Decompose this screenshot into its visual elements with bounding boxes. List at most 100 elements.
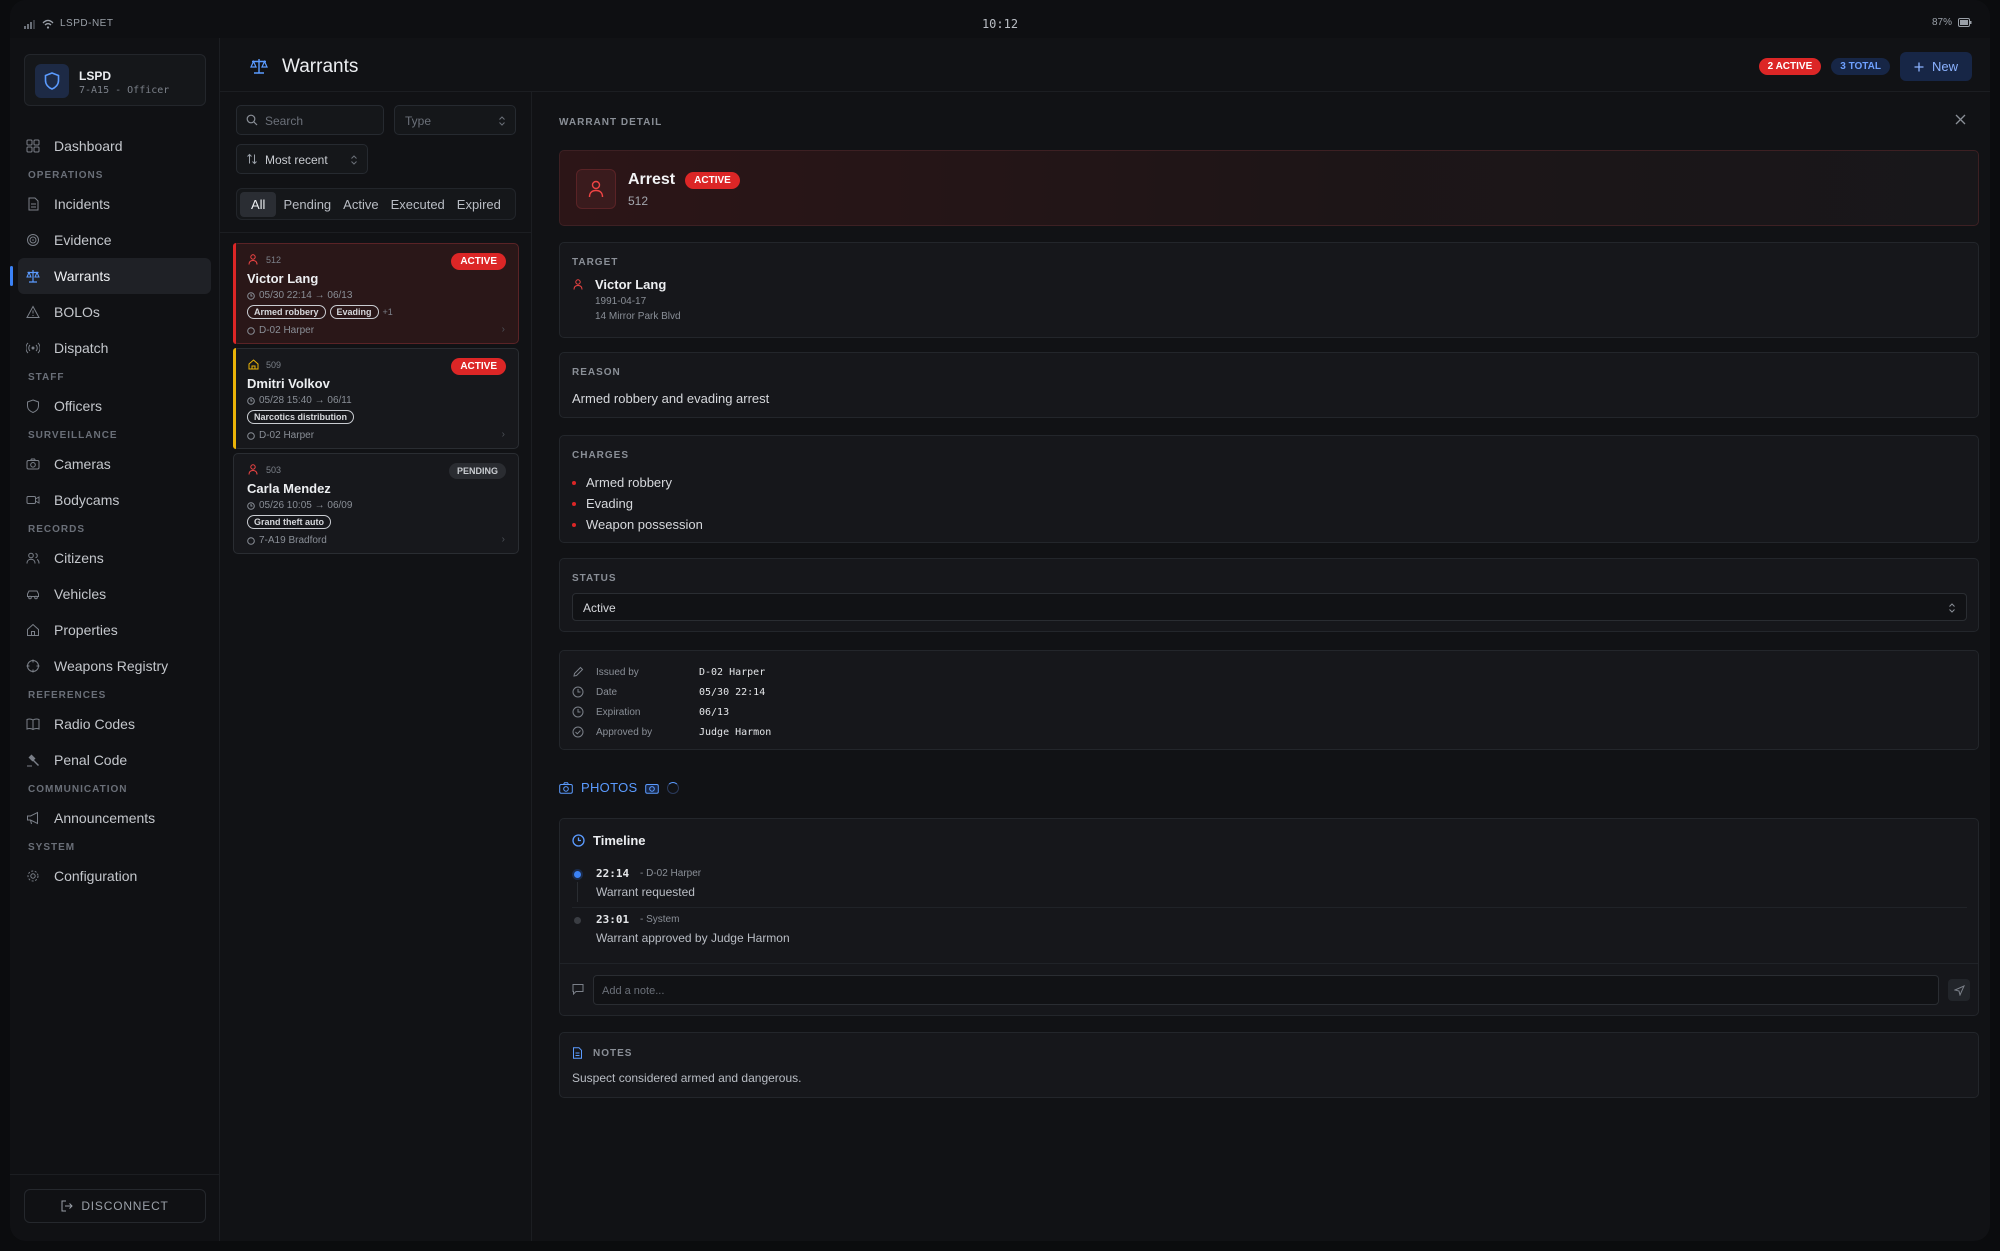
target-name[interactable]: Victor Lang — [595, 277, 666, 292]
sort-select[interactable]: Most recent — [236, 144, 368, 174]
type-select[interactable]: Type — [394, 105, 516, 135]
sidebar-item-evidence[interactable]: Evidence — [18, 222, 211, 258]
chevron-up-down-icon — [1949, 603, 1955, 613]
timeline-dot — [574, 871, 581, 878]
filter-tab-pending[interactable]: Pending — [278, 192, 336, 217]
plus-icon — [1914, 62, 1924, 71]
org-switcher[interactable]: LSPD 7-A15 - Officer — [24, 54, 206, 106]
list-divider — [220, 232, 531, 233]
sidebar-item-cameras[interactable]: Cameras — [18, 446, 211, 482]
new-warrant-button[interactable]: New — [1899, 52, 1972, 81]
type-select-value: Type — [405, 114, 432, 128]
warrant-dates: 05/28 15:40 → 06/11 — [247, 395, 352, 406]
clock-icon — [247, 501, 255, 510]
note-input[interactable] — [602, 983, 1922, 999]
charge-tags: Armed robbery Evading +1 — [247, 305, 393, 319]
nav-section-operations: OPERATIONS — [28, 170, 104, 181]
sidebar-item-dashboard[interactable]: Dashboard — [18, 128, 211, 164]
officer-name: D-02 Harper — [259, 325, 315, 336]
photos-section: PHOTOS — [559, 780, 680, 795]
book-icon — [26, 718, 40, 731]
charges-list: Armed robbery Evading Weapon possession — [572, 472, 703, 535]
sidebar-item-properties[interactable]: Properties — [18, 612, 211, 648]
warrant-card[interactable]: 512 ACTIVE Victor Lang 05/30 22:14 → 06/… — [233, 243, 519, 344]
gear-icon — [27, 870, 39, 882]
sidebar-item-citizens[interactable]: Citizens — [18, 540, 211, 576]
warrant-card[interactable]: 503 PENDING Carla Mendez 05/26 10:05 → 0… — [233, 453, 519, 554]
active-count-badge: 2 ACTIVE — [1758, 58, 1822, 75]
sidebar-item-label: Penal Code — [54, 752, 128, 768]
target-address: 14 Mirror Park Blvd — [595, 311, 681, 322]
warrant-card[interactable]: 509 ACTIVE Dmitri Volkov 05/28 15:40 → 0… — [233, 348, 519, 449]
badge-icon — [247, 326, 255, 335]
metadata-section: Issued by D-02 Harper Date 05/30 22:14 E… — [559, 650, 1979, 750]
filter-tab-all[interactable]: All — [240, 191, 277, 217]
list-item: Weapon possession — [572, 514, 703, 535]
app-frame: LSPD-NET 10:12 87% LSPD 7-A15 - Officer … — [10, 0, 1990, 1241]
sidebar-item-label: Cameras — [54, 456, 111, 472]
sidebar-item-dispatch[interactable]: Dispatch — [18, 330, 211, 366]
check-circle-icon — [572, 726, 584, 738]
sidebar-item-announcements[interactable]: Announcements — [18, 800, 211, 836]
warrant-number: 503 — [266, 465, 282, 475]
meta-row-expiration: Expiration 06/13 — [572, 702, 729, 722]
new-button-label: New — [1931, 59, 1958, 74]
gavel-icon — [27, 754, 39, 767]
sidebar-item-radio-codes[interactable]: Radio Codes — [18, 706, 211, 742]
photos-label: PHOTOS — [581, 780, 638, 795]
filter-tab-executed[interactable]: Executed — [386, 192, 450, 217]
priority-bar — [233, 243, 236, 344]
sidebar: LSPD 7-A15 - Officer Dashboard OPERATION… — [10, 38, 220, 1241]
sidebar-item-officers[interactable]: Officers — [18, 388, 211, 424]
send-icon — [1953, 984, 1965, 996]
status-badge: ACTIVE — [685, 171, 740, 189]
sidebar-item-penal-code[interactable]: Penal Code — [18, 742, 211, 778]
nav-section-communication: COMMUNICATION — [28, 784, 128, 795]
sidebar-item-vehicles[interactable]: Vehicles — [18, 576, 211, 612]
sidebar-item-incidents[interactable]: Incidents — [18, 186, 211, 222]
megaphone-icon — [27, 811, 38, 825]
sidebar-item-weapons-registry[interactable]: Weapons Registry — [18, 648, 211, 684]
close-icon[interactable] — [1955, 114, 1966, 125]
warrant-dates-text: 05/30 22:14 → 06/13 — [259, 290, 353, 301]
timeline-time: 22:14 — [596, 867, 630, 880]
status-select[interactable]: Active — [572, 593, 1967, 621]
priority-bar — [233, 348, 236, 449]
warrant-target-name: Dmitri Volkov — [247, 376, 330, 391]
timeline-dot — [574, 917, 581, 924]
warrant-summary: Arrest ACTIVE 512 — [559, 150, 1979, 226]
person-icon — [576, 169, 616, 209]
filter-tab-expired[interactable]: Expired — [452, 192, 506, 217]
sidebar-item-warrants[interactable]: Warrants — [10, 258, 211, 294]
loading-spinner — [667, 781, 680, 794]
sidebar-item-label: Weapons Registry — [54, 658, 169, 674]
sort-select-value: Most recent — [265, 153, 328, 167]
timeline-author: - System — [640, 914, 680, 925]
officer-name: D-02 Harper — [259, 430, 315, 441]
warrant-officer: 7-A19 Bradford — [247, 535, 327, 546]
meta-value: Judge Harmon — [699, 726, 772, 738]
timeline-section: Timeline 22:14 - D-02 Harper Warrant req… — [559, 818, 1979, 1016]
warrant-target-name: Victor Lang — [247, 271, 319, 286]
charge-name: Armed robbery — [586, 475, 672, 490]
meta-value: 06/13 — [699, 706, 730, 718]
target-section: TARGET Victor Lang 1991-04-17 14 Mirror … — [559, 242, 1979, 338]
sidebar-item-bodycams[interactable]: Bodycams — [18, 482, 211, 518]
warrant-type-label: Arrest — [628, 171, 676, 188]
camera-icon — [26, 458, 40, 470]
add-photo-icon[interactable] — [645, 782, 660, 794]
warrant-detail-pane: WARRANT DETAIL Arrest ACTIVE 512 TARGET … — [532, 92, 1990, 1241]
filter-tab-active[interactable]: Active — [338, 192, 383, 217]
fingerprint-icon — [27, 234, 39, 246]
disconnect-button[interactable]: DISCONNECT — [24, 1189, 206, 1223]
meta-value: D-02 Harper — [699, 666, 766, 678]
timeline-time: 23:01 — [596, 913, 630, 926]
sidebar-item-bolos[interactable]: BOLOs — [18, 294, 211, 330]
send-note-button[interactable] — [1948, 979, 1970, 1001]
battery-icon — [1958, 18, 1972, 27]
search-input[interactable] — [265, 112, 375, 130]
status-filter-tabs: All Pending Active Executed Expired — [236, 188, 516, 220]
warrant-dates: 05/26 10:05 → 06/09 — [247, 500, 352, 511]
sidebar-item-configuration[interactable]: Configuration — [18, 858, 211, 894]
header-actions: 2 ACTIVE 3 TOTAL New — [1758, 52, 1972, 81]
